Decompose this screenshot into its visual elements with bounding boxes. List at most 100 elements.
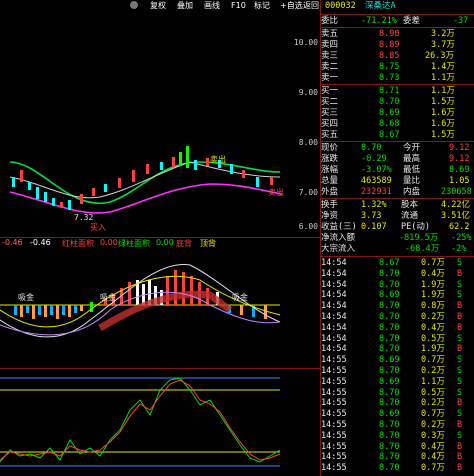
oscillator-chart[interactable] <box>0 370 318 476</box>
tick-row: 14:54 8.70 0.5万 S <box>321 334 474 344</box>
tick-price: 8.70 <box>379 268 400 279</box>
fuquan-button[interactable]: 复权 <box>150 0 166 12</box>
tick-direction: B <box>457 312 463 322</box>
weibi-row: 委比 -71.21% 委差 -37 <box>321 16 469 26</box>
tick-time: 14:55 <box>321 430 347 441</box>
quote-panel: 000032 深桑达A 委比 -71.21% 委差 -37 卖五 8.90 3.2万… <box>321 0 474 476</box>
tick-volume: 0.2万 <box>421 398 445 409</box>
tick-price: 8.69 <box>379 290 400 301</box>
stock-header: 000032 深桑达A <box>321 1 474 13</box>
tick-volume: 0.7万 <box>421 355 445 366</box>
tick-direction: B <box>457 344 463 355</box>
ask-row[interactable]: 卖一 8.73 1.1万 <box>321 73 474 83</box>
tick-list[interactable]: 14:54 8.67 0.7万 S 14:54 8.70 0.4万 B 14:54 8.70 1.9… <box>321 258 474 476</box>
bid-row[interactable]: 买二 8.70 1.5万 <box>321 97 474 107</box>
tick-volume: 0.2万 <box>421 366 445 376</box>
tick-row: 14:54 8.70 0.4万 B <box>321 323 474 333</box>
bid-row[interactable]: 买四 8.68 1.6万 <box>321 119 474 129</box>
tick-price: 8.70 <box>379 441 400 452</box>
bid-row[interactable]: 买五 8.67 1.5万 <box>321 130 474 140</box>
tick-price: 8.70 <box>379 366 400 376</box>
tick-price: 8.70 <box>379 463 400 474</box>
f10-button[interactable]: F10 <box>231 0 246 12</box>
tick-time: 14:54 <box>321 301 347 312</box>
tick-time: 14:55 <box>321 376 347 387</box>
indicator-header: -0.46 -0.46 红柱面积 0.00 绿柱面积 0.00 底背 顶背 <box>0 238 320 250</box>
draw-line-button[interactable]: 画线 <box>204 0 220 12</box>
tick-volume: 0.3万 <box>421 430 445 441</box>
tick-direction: S <box>457 430 463 441</box>
ask-row[interactable]: 卖二 8.75 1.4万 <box>321 62 474 72</box>
tick-row: 14:55 8.70 0.7万 B <box>321 463 474 473</box>
red-area-value: 0.00 <box>100 238 118 247</box>
tick-direction: S <box>457 258 463 268</box>
bid-row[interactable]: 买三 8.69 1.6万 <box>321 108 474 118</box>
flow-row: 净流入额 -819.5万 -25% <box>321 233 472 243</box>
tick-direction: S <box>457 409 463 420</box>
tick-volume: 1.1万 <box>421 376 445 387</box>
tick-direction: B <box>457 398 463 409</box>
green-area-label: 绿柱面积 <box>118 239 150 248</box>
tick-price: 8.69 <box>379 376 400 387</box>
sell-marker-right: 卖出 <box>268 187 284 197</box>
tick-price: 8.69 <box>379 409 400 420</box>
tick-volume: 0.4万 <box>421 268 445 279</box>
overlay-button[interactable]: 叠加 <box>177 0 193 12</box>
tick-row: 14:55 8.70 0.2万 B <box>321 398 474 408</box>
tick-time: 14:54 <box>321 344 347 355</box>
indicator-value-2: -0.46 <box>30 238 51 247</box>
sell-marker: 卖出 <box>210 154 226 164</box>
ma-magenta-line <box>9 183 283 214</box>
ask-row[interactable]: 卖五 8.90 3.2万 <box>321 29 474 39</box>
red-area-label: 红柱面积 <box>62 239 94 248</box>
macd-chart[interactable]: 吸金 吸金 吸金 <box>0 250 318 367</box>
tick-row: 14:55 8.70 0.4万 B <box>321 442 474 452</box>
tick-volume: 0.5万 <box>421 333 445 344</box>
tick-row: 14:54 8.70 0.8万 B <box>321 301 474 311</box>
tick-volume: 0.2万 <box>421 312 445 322</box>
tick-row: 14:54 8.67 0.7万 S <box>321 258 474 268</box>
tick-row: 14:54 8.70 1.9万 B <box>321 344 474 354</box>
stat-row: 现价 8.70 今开 9.12 <box>321 143 470 153</box>
tick-direction: B <box>457 268 463 279</box>
tick-row: 14:55 8.69 1.1万 S <box>321 377 474 387</box>
tick-price: 8.70 <box>379 344 400 355</box>
kline-chart[interactable]: 7.32 买入 卖出 卖出 <box>0 12 318 237</box>
tick-direction: B <box>457 322 463 333</box>
stat-row: 总量 463589 量比 1.05 <box>321 176 470 186</box>
tick-time: 14:55 <box>321 441 347 452</box>
indicator-value-1: -0.46 <box>2 238 23 247</box>
ask-row[interactable]: 卖四 8.89 3.7万 <box>321 40 474 50</box>
tick-row: 14:55 8.69 0.7万 S <box>321 355 474 365</box>
tick-volume: 0.4万 <box>421 322 445 333</box>
tick-direction: B <box>457 452 463 463</box>
tick-volume: 0.7万 <box>421 409 445 420</box>
macd-bars <box>14 270 267 319</box>
mark-button[interactable]: 标记 <box>254 0 270 12</box>
settings-icon[interactable] <box>130 1 138 9</box>
tick-row: 14:55 8.69 0.7万 S <box>321 409 474 419</box>
tick-volume: 0.4万 <box>421 441 445 452</box>
ask-row[interactable]: 卖三 8.85 26.3万 <box>321 51 474 61</box>
tick-price: 8.69 <box>379 355 400 366</box>
tick-time: 14:54 <box>321 268 347 279</box>
tick-direction: S <box>457 366 463 376</box>
tick-time: 14:54 <box>321 333 347 344</box>
bid-row[interactable]: 买一 8.71 1.1万 <box>321 86 474 96</box>
tick-time: 14:55 <box>321 355 347 366</box>
tick-price: 8.67 <box>379 258 400 268</box>
tag-right: 吸金 <box>232 292 248 302</box>
flow-row: 大宗流入 -68.4万 -2% <box>321 244 467 254</box>
stat-row: 外盘 232931 内盘 230658 <box>321 187 472 197</box>
tick-volume: 0.4万 <box>421 452 445 463</box>
tick-time: 14:55 <box>321 409 347 420</box>
tick-volume: 0.7万 <box>421 258 445 268</box>
tick-volume: 1.9万 <box>421 344 445 355</box>
tick-time: 14:55 <box>321 463 347 474</box>
tick-price: 8.70 <box>379 312 400 322</box>
tick-price: 8.70 <box>379 322 400 333</box>
tick-direction: B <box>457 301 463 312</box>
tick-direction: B <box>457 463 463 474</box>
tick-time: 14:54 <box>321 322 347 333</box>
bottom-divergence-label: 底背 <box>176 239 192 248</box>
